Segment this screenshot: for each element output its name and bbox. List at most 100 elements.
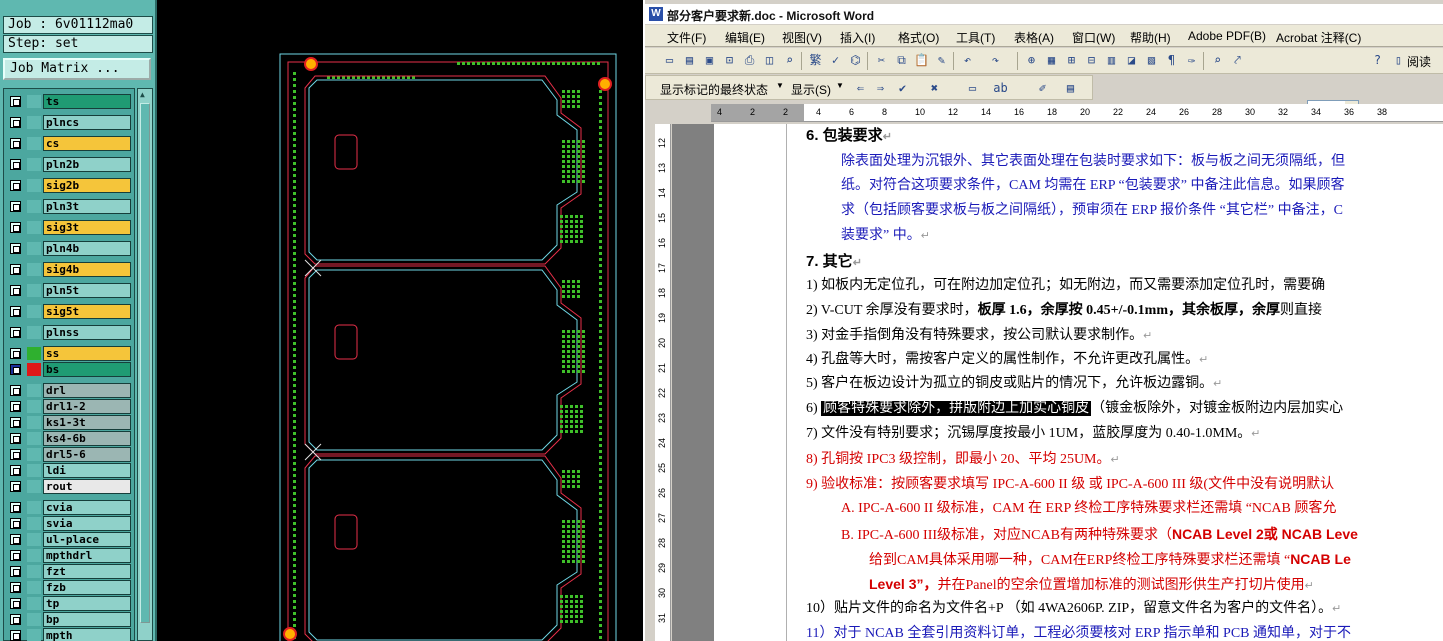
layer-checkbox[interactable] (10, 201, 21, 212)
layer-name[interactable]: ul-place (43, 532, 131, 547)
layer-color-swatch[interactable] (27, 137, 41, 150)
layer-name[interactable]: cvia (43, 500, 131, 515)
layer-row-sig2b[interactable]: sig2b (7, 178, 133, 193)
layer-color-swatch[interactable] (27, 158, 41, 171)
previous-change-icon[interactable]: ⇐ (852, 80, 869, 97)
word-app-icon[interactable]: W (649, 7, 663, 21)
layer-checkbox[interactable] (10, 401, 21, 412)
layer-row-sig5t[interactable]: sig5t (7, 304, 133, 319)
layer-row-cs[interactable]: cs (7, 136, 133, 151)
layer-name[interactable]: drl (43, 383, 131, 398)
layer-checkbox[interactable] (10, 96, 21, 107)
layer-row-sig3t[interactable]: sig3t (7, 220, 133, 235)
layer-name[interactable]: fzb (43, 580, 131, 595)
layer-checkbox[interactable] (10, 306, 21, 317)
layer-row-fzb[interactable]: fzb (7, 580, 133, 595)
layer-color-swatch[interactable] (27, 565, 41, 578)
layer-row-drl5-6[interactable]: drl5-6 (7, 447, 133, 462)
layer-color-swatch[interactable] (27, 501, 41, 514)
layer-checkbox[interactable] (10, 117, 21, 128)
track-changes-icon[interactable]: ✐ (1034, 80, 1051, 97)
layer-row-pln5t[interactable]: pln5t (7, 283, 133, 298)
layer-row-bp[interactable]: bp (7, 612, 133, 627)
layer-checkbox[interactable] (10, 417, 21, 428)
layer-color-swatch[interactable] (27, 179, 41, 192)
scrollbar-thumb[interactable] (140, 103, 150, 623)
read-mode-label[interactable]: 阅读 (1407, 53, 1431, 70)
open-folder-icon[interactable]: ▤ (681, 52, 698, 69)
layer-row-bs[interactable]: bs (7, 362, 133, 377)
layer-checkbox[interactable] (10, 502, 21, 513)
layer-checkbox[interactable] (10, 630, 21, 641)
selected-text[interactable]: 顾客特殊要求除外，拼版附边上加实心铜皮 (821, 401, 1092, 416)
layer-name[interactable]: ks4-6b (43, 431, 131, 446)
menu-acrobat-comments[interactable]: Acrobat 注释(C) (1276, 29, 1361, 46)
layer-color-swatch[interactable] (27, 464, 41, 477)
layer-checkbox[interactable] (10, 243, 21, 254)
menu-help[interactable]: 帮助(H) (1130, 29, 1171, 46)
job-matrix-button[interactable]: Job Matrix ... (3, 58, 151, 80)
layer-checkbox[interactable] (10, 614, 21, 625)
layer-checkbox[interactable] (10, 582, 21, 593)
layer-row-fzt[interactable]: fzt (7, 564, 133, 579)
menu-edit[interactable]: 编辑(E) (725, 29, 765, 46)
new-document-icon[interactable]: ▭ (661, 52, 678, 69)
reviewing-pane-icon[interactable]: ▤ (1062, 80, 1079, 97)
layer-checkbox[interactable] (10, 222, 21, 233)
scroll-up-arrow-icon[interactable]: ▲ (140, 90, 145, 99)
layer-name[interactable]: ts (43, 94, 131, 109)
help-icon[interactable]: ? (1369, 52, 1386, 69)
layer-checkbox[interactable] (10, 348, 21, 359)
layer-color-swatch[interactable] (27, 432, 41, 445)
document-page[interactable]: 6. 包装要求↵ 除表面处理为沉银外、其它表面处理在包装时要求如下：板与板之间无… (714, 124, 1443, 641)
research-icon[interactable]: ⌬ (847, 52, 864, 69)
layer-color-swatch[interactable] (27, 480, 41, 493)
show-dropdown[interactable]: 显示(S) (791, 81, 831, 98)
layer-row-sig4b[interactable]: sig4b (7, 262, 133, 277)
copy-icon[interactable]: ⧉ (893, 52, 910, 69)
menu-tools[interactable]: 工具(T) (956, 29, 995, 46)
undo-icon[interactable]: ↶ (959, 52, 976, 69)
layer-color-swatch[interactable] (27, 263, 41, 276)
layer-color-swatch[interactable] (27, 533, 41, 546)
hyperlink-icon[interactable]: ⊕ (1023, 52, 1040, 69)
layer-name[interactable]: cs (43, 136, 131, 151)
layer-name[interactable]: ks1-3t (43, 415, 131, 430)
layer-row-mpth[interactable]: mpth (7, 628, 133, 641)
layer-row-ul-place[interactable]: ul-place (7, 532, 133, 547)
layer-name[interactable]: pln2b (43, 157, 131, 172)
layer-color-swatch[interactable] (27, 200, 41, 213)
layer-checkbox[interactable] (10, 327, 21, 338)
layer-color-swatch[interactable] (27, 116, 41, 129)
layer-name[interactable]: svia (43, 516, 131, 531)
layer-name[interactable]: bp (43, 612, 131, 627)
layer-name[interactable]: sig4b (43, 262, 131, 277)
layer-color-swatch[interactable] (27, 221, 41, 234)
accept-change-icon[interactable]: ✔ (894, 80, 911, 97)
permission-icon[interactable]: ⊡ (721, 52, 738, 69)
layer-name[interactable]: ss (43, 346, 131, 361)
layer-color-swatch[interactable] (27, 347, 41, 360)
ink-icon[interactable]: ✑ (1183, 52, 1200, 69)
layer-checkbox[interactable] (10, 138, 21, 149)
tables-borders-icon[interactable]: ▦ (1043, 52, 1060, 69)
layer-color-swatch[interactable] (27, 448, 41, 461)
layer-color-swatch[interactable] (27, 363, 41, 376)
show-dropdown-arrow-icon[interactable]: ▼ (836, 81, 844, 90)
menu-adobe-pdf[interactable]: Adobe PDF(B) (1188, 29, 1266, 43)
print-preview-icon[interactable]: ◫ (761, 52, 778, 69)
traditional-chinese-icon[interactable]: 繁 (807, 52, 824, 69)
markup-dropdown-arrow-icon[interactable]: ▼ (776, 81, 784, 90)
read-mode-icon[interactable]: ▯ (1390, 52, 1407, 69)
layer-name[interactable]: mpthdrl (43, 548, 131, 563)
layer-row-mpthdrl[interactable]: mpthdrl (7, 548, 133, 563)
layer-checkbox[interactable] (10, 481, 21, 492)
layer-name[interactable]: fzt (43, 564, 131, 579)
layer-checkbox[interactable] (10, 364, 21, 375)
layer-row-drl[interactable]: drl (7, 383, 133, 398)
layer-checkbox[interactable] (10, 433, 21, 444)
layer-checkbox[interactable] (10, 566, 21, 577)
layer-list-scrollbar[interactable]: ▲ (137, 88, 153, 641)
layer-row-ldi[interactable]: ldi (7, 463, 133, 478)
spelling-icon[interactable]: ✓ (827, 52, 844, 69)
